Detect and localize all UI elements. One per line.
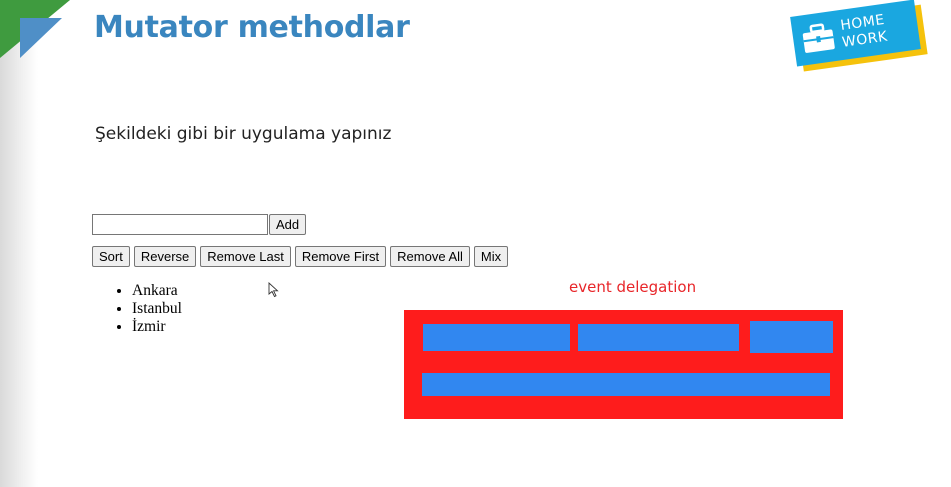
corner-decoration-blue (20, 18, 62, 58)
delegation-child-1 (423, 324, 570, 351)
task-instruction: Şekildeki gibi bir uygulama yapınız (95, 124, 392, 144)
delegation-child-3 (750, 321, 833, 353)
city-list: Ankara Istanbul İzmir (92, 282, 182, 336)
city-input[interactable] (92, 214, 268, 235)
remove-first-button[interactable]: Remove First (294, 246, 387, 267)
delegation-child-2 (578, 324, 739, 351)
add-button[interactable]: Add (269, 214, 307, 235)
homework-badge: HOME WORK (790, 0, 928, 72)
reverse-button[interactable]: Reverse (133, 246, 197, 267)
remove-all-button[interactable]: Remove All (390, 246, 470, 267)
delegation-child-4 (422, 373, 830, 396)
list-item: Ankara (132, 282, 182, 300)
event-delegation-label: event delegation (569, 278, 697, 296)
remove-last-button[interactable]: Remove Last (200, 246, 291, 267)
mouse-cursor-icon (268, 282, 279, 298)
page-edge-shadow (0, 0, 38, 487)
briefcase-icon (802, 23, 835, 53)
list-item: Istanbul (132, 300, 182, 318)
slide-title: Mutator methodlar (94, 10, 410, 45)
sort-button[interactable]: Sort (92, 246, 130, 267)
delegation-container (404, 310, 843, 419)
mix-button[interactable]: Mix (473, 246, 509, 267)
add-row: Add (92, 214, 307, 235)
action-buttons: Sort Reverse Remove Last Remove First Re… (92, 246, 509, 267)
homework-text: HOME WORK (839, 12, 889, 52)
list-item: İzmir (132, 318, 182, 336)
